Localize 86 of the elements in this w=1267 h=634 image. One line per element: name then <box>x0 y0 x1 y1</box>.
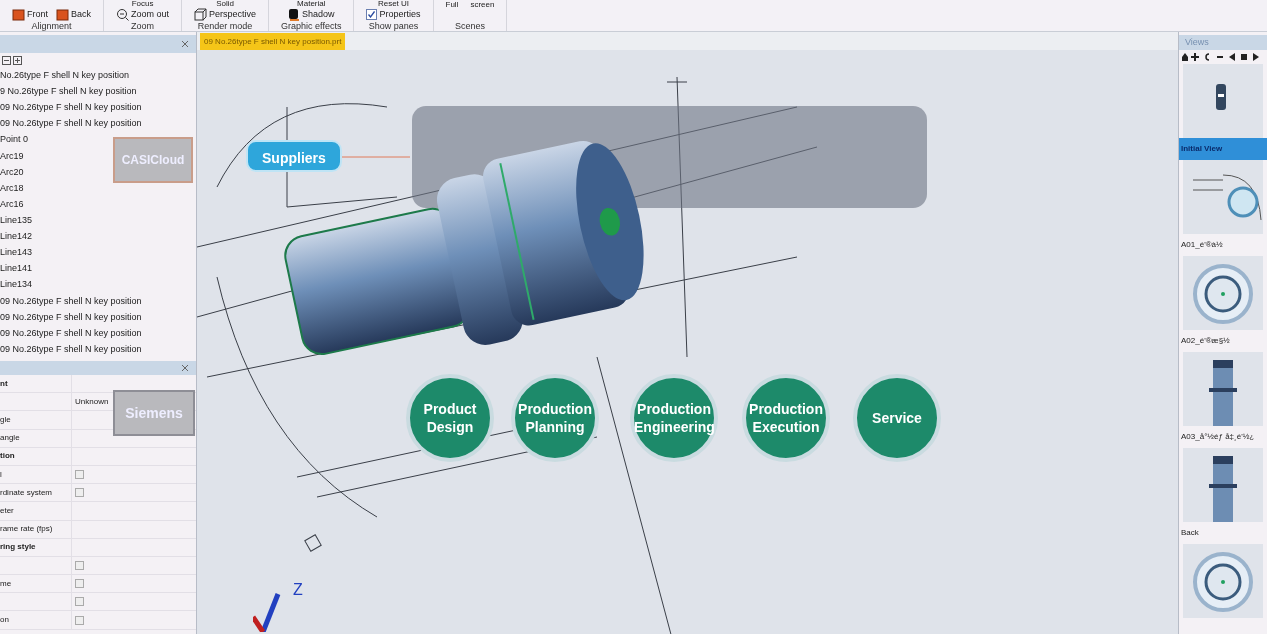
tree-item[interactable]: 09 No.26type F shell N key position <box>0 340 142 357</box>
tree-item[interactable]: Line143 <box>0 244 33 261</box>
ribbon-button[interactable]: Reset UI <box>377 0 410 8</box>
ribbon-group-label: Scenes <box>454 21 485 31</box>
property-section: ring style <box>0 541 36 554</box>
panel-title: Views <box>1179 35 1267 50</box>
property-checkbox[interactable] <box>75 470 84 480</box>
ribbon-group-label: Render mode <box>197 21 253 31</box>
view-thumbnail[interactable] <box>1183 64 1263 138</box>
zoom-out-icon <box>116 8 130 21</box>
ribbon-button[interactable]: Perspective <box>194 7 257 22</box>
ribbon-button[interactable]: Back <box>56 7 92 22</box>
tree-item[interactable]: Arc16 <box>0 195 24 212</box>
collapse-all-icon[interactable] <box>2 55 11 65</box>
tree-item[interactable]: Line141 <box>0 260 33 277</box>
ribbon-group-label: Show panes <box>368 21 419 31</box>
property-label: rame rate (fps) <box>0 523 53 536</box>
view-thumbnail[interactable] <box>1183 256 1263 330</box>
view-thumbnail[interactable] <box>1183 544 1263 618</box>
stage-label: Production Execution <box>748 400 824 436</box>
tree-item[interactable]: Line135 <box>0 212 33 229</box>
view-label[interactable]: A01_é'®à½ <box>1179 234 1267 256</box>
tree-item[interactable]: Arc20 <box>0 163 24 180</box>
view-thumbnail[interactable] <box>1183 160 1263 234</box>
properties-checkbox[interactable] <box>366 9 378 20</box>
tree-item[interactable]: 09 No.26type F shell N key position <box>0 324 142 341</box>
ribbon-group-label: Alignment <box>31 21 72 31</box>
tree-item[interactable]: 09 No.26type F shell N key position <box>0 115 142 132</box>
ribbon-button[interactable]: Zoom out <box>116 7 170 22</box>
tree-item[interactable]: 09 No.26type F shell N key position <box>0 99 142 116</box>
close-icon[interactable] <box>182 365 188 371</box>
ribbon-button[interactable]: Front <box>12 7 48 22</box>
3d-viewport[interactable]: 09 No.26type F shell N key position.prt Suppliers Product Design Production Planning Production Engineering Production Execution Service Z <box>197 32 1178 634</box>
vendor-label: Siemens <box>125 403 183 423</box>
document-tab[interactable]: 09 No.26type F shell N key position.prt <box>200 32 346 50</box>
tree-item[interactable]: Line134 <box>0 276 33 293</box>
view-label[interactable]: A02_é'®æ§½ <box>1179 330 1267 352</box>
property-label: me <box>0 577 12 590</box>
axis-label: Z <box>293 582 303 598</box>
property-checkbox[interactable] <box>75 579 84 589</box>
ribbon-button[interactable]: Shadow <box>288 7 335 22</box>
tree-item[interactable]: No.26type F shell N key position <box>0 67 130 84</box>
view-thumbnail[interactable] <box>1183 352 1263 426</box>
property-section: nt <box>0 377 8 390</box>
tree-item[interactable]: Line142 <box>0 228 33 245</box>
property-section: tion <box>0 450 15 463</box>
stage-label: Product Design <box>422 400 478 436</box>
tree-item[interactable]: 09 No.26type F shell N key position <box>0 308 142 325</box>
property-checkbox[interactable] <box>75 615 84 625</box>
shadow-icon <box>288 8 300 21</box>
ribbon-button[interactable]: screen <box>470 0 495 9</box>
expand-all-icon[interactable] <box>13 55 22 65</box>
close-icon[interactable] <box>182 41 188 47</box>
suppliers-label: Suppliers <box>246 140 342 172</box>
ribbon-button[interactable]: Solid <box>216 0 234 8</box>
property-checkbox[interactable] <box>75 560 84 570</box>
stage-label: Production Engineering <box>634 400 714 436</box>
property-label: eter <box>0 504 14 517</box>
tree-item[interactable]: Arc19 <box>0 147 24 164</box>
property-label: on <box>0 614 9 627</box>
stage-label: Production Planning <box>517 400 593 436</box>
wireframe-box-icon <box>194 8 208 21</box>
tree-item[interactable]: Point 0 <box>0 131 29 148</box>
ribbon-button[interactable]: Properties <box>366 7 421 22</box>
view-label[interactable]: Back <box>1179 522 1267 544</box>
connector-line <box>342 154 410 160</box>
view-label[interactable]: Initial View <box>1179 138 1267 160</box>
property-checkbox[interactable] <box>75 488 84 498</box>
tree-item[interactable]: Arc18 <box>0 179 24 196</box>
property-label: gle <box>0 413 11 426</box>
property-label: angle <box>0 432 20 445</box>
property-checkbox[interactable] <box>75 597 84 607</box>
property-label: l <box>0 468 2 481</box>
ribbon-button[interactable]: Material <box>297 0 326 8</box>
property-label: rdinate system <box>0 486 53 499</box>
ribbon-group-label: Graphic effects <box>281 21 342 31</box>
view-label[interactable]: A03_å°½éƒ å‡¸é'½¿ <box>1179 426 1267 448</box>
tree-item[interactable]: 09 No.26type F shell N key position <box>0 292 142 309</box>
ribbon-group-label: Zoom <box>131 21 155 31</box>
stage-label: Service <box>871 409 923 427</box>
ribbon-button[interactable]: Focus <box>131 0 154 8</box>
property-value: Unknown <box>75 395 109 408</box>
ribbon-button[interactable]: Full <box>445 0 459 9</box>
view-thumbnail[interactable] <box>1183 448 1263 522</box>
cloud-label: CASICloud <box>121 152 185 169</box>
tree-item[interactable]: 9 No.26type F shell N key position <box>0 83 137 100</box>
